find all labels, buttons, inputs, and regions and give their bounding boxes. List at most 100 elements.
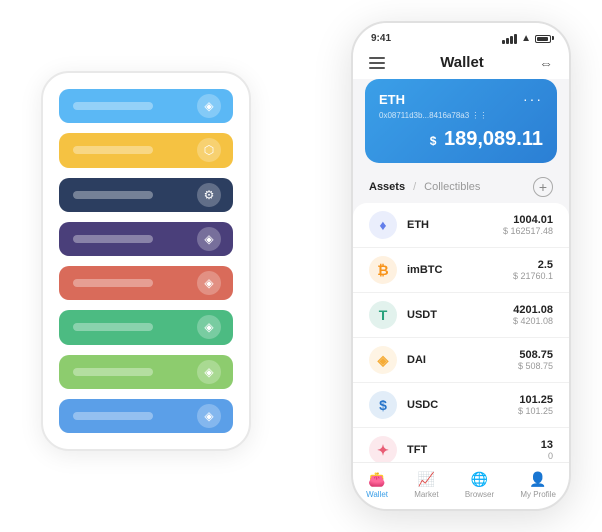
color-card-1: ⬡: [59, 133, 233, 167]
color-card-icon-7: ◈: [197, 404, 221, 428]
color-card-icon-0: ◈: [197, 94, 221, 118]
nav-item-wallet[interactable]: 👛 Wallet: [366, 471, 388, 499]
asset-amount-usdt: 4201.08: [513, 304, 553, 316]
asset-icon-dai: ◈: [369, 346, 397, 374]
asset-amount-usdc: 101.25: [518, 394, 553, 406]
tab-separator: /: [413, 181, 416, 193]
assets-header: Assets / Collectibles +: [353, 173, 569, 203]
color-card-text-4: [73, 279, 153, 287]
add-button[interactable]: +: [533, 177, 553, 197]
asset-values-usdt: 4201.08$ 4201.08: [513, 304, 553, 326]
asset-icon-tft: ✦: [369, 436, 397, 462]
asset-icon-imbtc: ₿: [369, 256, 397, 284]
color-card-icon-4: ◈: [197, 271, 221, 295]
nav-item-browser[interactable]: 🌐 Browser: [465, 471, 494, 499]
color-card-text-7: [73, 412, 153, 420]
expand-icon[interactable]: ⇔: [539, 55, 553, 71]
battery-icon: [535, 35, 551, 43]
color-card-2: ⚙: [59, 178, 233, 212]
status-bar: 9:41 ▲: [353, 23, 569, 48]
asset-usd-dai: $ 508.75: [518, 361, 553, 371]
signal-icon: [502, 34, 517, 44]
nav-icon-browser: 🌐: [471, 471, 488, 488]
bg-phone: ◈ ⬡ ⚙ ◈ ◈ ◈ ◈ ◈: [41, 71, 251, 451]
color-card-text-1: [73, 146, 153, 154]
top-nav: Wallet ⇔: [353, 48, 569, 79]
asset-usd-eth: $ 162517.48: [503, 226, 553, 236]
asset-usd-usdt: $ 4201.08: [513, 316, 553, 326]
color-card-6: ◈: [59, 355, 233, 389]
asset-item-eth[interactable]: ♦ ETH1004.01$ 162517.48: [353, 203, 569, 248]
nav-label-market: Market: [414, 490, 438, 499]
asset-values-tft: 130: [541, 439, 553, 461]
asset-usd-tft: 0: [541, 451, 553, 461]
nav-label-my-profile: My Profile: [520, 490, 556, 499]
asset-values-imbtc: 2.5$ 21760.1: [513, 259, 553, 281]
asset-item-usdc[interactable]: $ USDC101.25$ 101.25: [353, 383, 569, 428]
asset-name-imbtc: imBTC: [407, 264, 513, 276]
nav-item-market[interactable]: 📈 Market: [414, 471, 438, 499]
menu-icon[interactable]: [369, 57, 385, 69]
asset-values-eth: 1004.01$ 162517.48: [503, 214, 553, 236]
main-phone: 9:41 ▲: [351, 21, 571, 511]
asset-item-dai[interactable]: ◈ DAI508.75$ 508.75: [353, 338, 569, 383]
asset-values-dai: 508.75$ 508.75: [518, 349, 553, 371]
color-card-icon-1: ⬡: [197, 138, 221, 162]
tab-assets[interactable]: Assets: [369, 181, 405, 193]
nav-title: Wallet: [440, 54, 484, 71]
wifi-icon: ▲: [521, 33, 531, 44]
tab-collectibles[interactable]: Collectibles: [424, 181, 480, 193]
asset-name-dai: DAI: [407, 354, 518, 366]
asset-icon-eth: ♦: [369, 211, 397, 239]
color-card-icon-3: ◈: [197, 227, 221, 251]
asset-item-imbtc[interactable]: ₿ imBTC2.5$ 21760.1: [353, 248, 569, 293]
eth-dollar: $: [430, 134, 437, 148]
asset-amount-tft: 13: [541, 439, 553, 451]
status-icons: ▲: [502, 33, 551, 44]
asset-icon-usdc: $: [369, 391, 397, 419]
color-card-icon-2: ⚙: [197, 183, 221, 207]
asset-amount-eth: 1004.01: [503, 214, 553, 226]
asset-item-tft[interactable]: ✦ TFT130: [353, 428, 569, 462]
color-card-text-3: [73, 235, 153, 243]
color-card-7: ◈: [59, 399, 233, 433]
color-card-text-5: [73, 323, 153, 331]
asset-icon-usdt: T: [369, 301, 397, 329]
nav-label-wallet: Wallet: [366, 490, 388, 499]
asset-item-usdt[interactable]: T USDT4201.08$ 4201.08: [353, 293, 569, 338]
asset-name-usdc: USDC: [407, 399, 518, 411]
color-card-0: ◈: [59, 89, 233, 123]
color-card-text-0: [73, 102, 153, 110]
color-card-icon-5: ◈: [197, 315, 221, 339]
assets-tabs: Assets / Collectibles: [369, 181, 480, 193]
asset-amount-imbtc: 2.5: [513, 259, 553, 271]
asset-usd-imbtc: $ 21760.1: [513, 271, 553, 281]
color-card-text-2: [73, 191, 153, 199]
asset-name-eth: ETH: [407, 219, 503, 231]
asset-amount-dai: 508.75: [518, 349, 553, 361]
color-card-4: ◈: [59, 266, 233, 300]
eth-card-dots: ···: [523, 91, 543, 107]
eth-card[interactable]: ETH ··· 0x08711d3b...8416a78a3 ⋮⋮ $ 189,…: [365, 79, 557, 163]
eth-card-address: 0x08711d3b...8416a78a3 ⋮⋮: [379, 111, 543, 120]
asset-list: ♦ ETH1004.01$ 162517.48 ₿ imBTC2.5$ 21760.1…: [353, 203, 569, 462]
nav-item-my-profile[interactable]: 👤 My Profile: [520, 471, 556, 499]
nav-icon-my-profile: 👤: [529, 471, 546, 488]
eth-card-label: ETH: [379, 92, 405, 107]
scene: ◈ ⬡ ⚙ ◈ ◈ ◈ ◈ ◈ 9:41 ▲: [11, 11, 591, 521]
nav-icon-market: 📈: [418, 471, 435, 488]
eth-card-top: ETH ···: [379, 91, 543, 107]
asset-name-tft: TFT: [407, 444, 541, 456]
nav-icon-wallet: 👛: [368, 471, 385, 488]
bottom-nav: 👛 Wallet 📈 Market 🌐 Browser 👤 My Profile: [353, 462, 569, 509]
color-card-icon-6: ◈: [197, 360, 221, 384]
asset-name-usdt: USDT: [407, 309, 513, 321]
asset-values-usdc: 101.25$ 101.25: [518, 394, 553, 416]
asset-usd-usdc: $ 101.25: [518, 406, 553, 416]
color-card-5: ◈: [59, 310, 233, 344]
color-card-3: ◈: [59, 222, 233, 256]
nav-label-browser: Browser: [465, 490, 494, 499]
eth-balance-value: 189,089.11: [438, 128, 543, 150]
time-label: 9:41: [371, 33, 391, 44]
eth-card-balance: $ 189,089.11: [379, 128, 543, 151]
